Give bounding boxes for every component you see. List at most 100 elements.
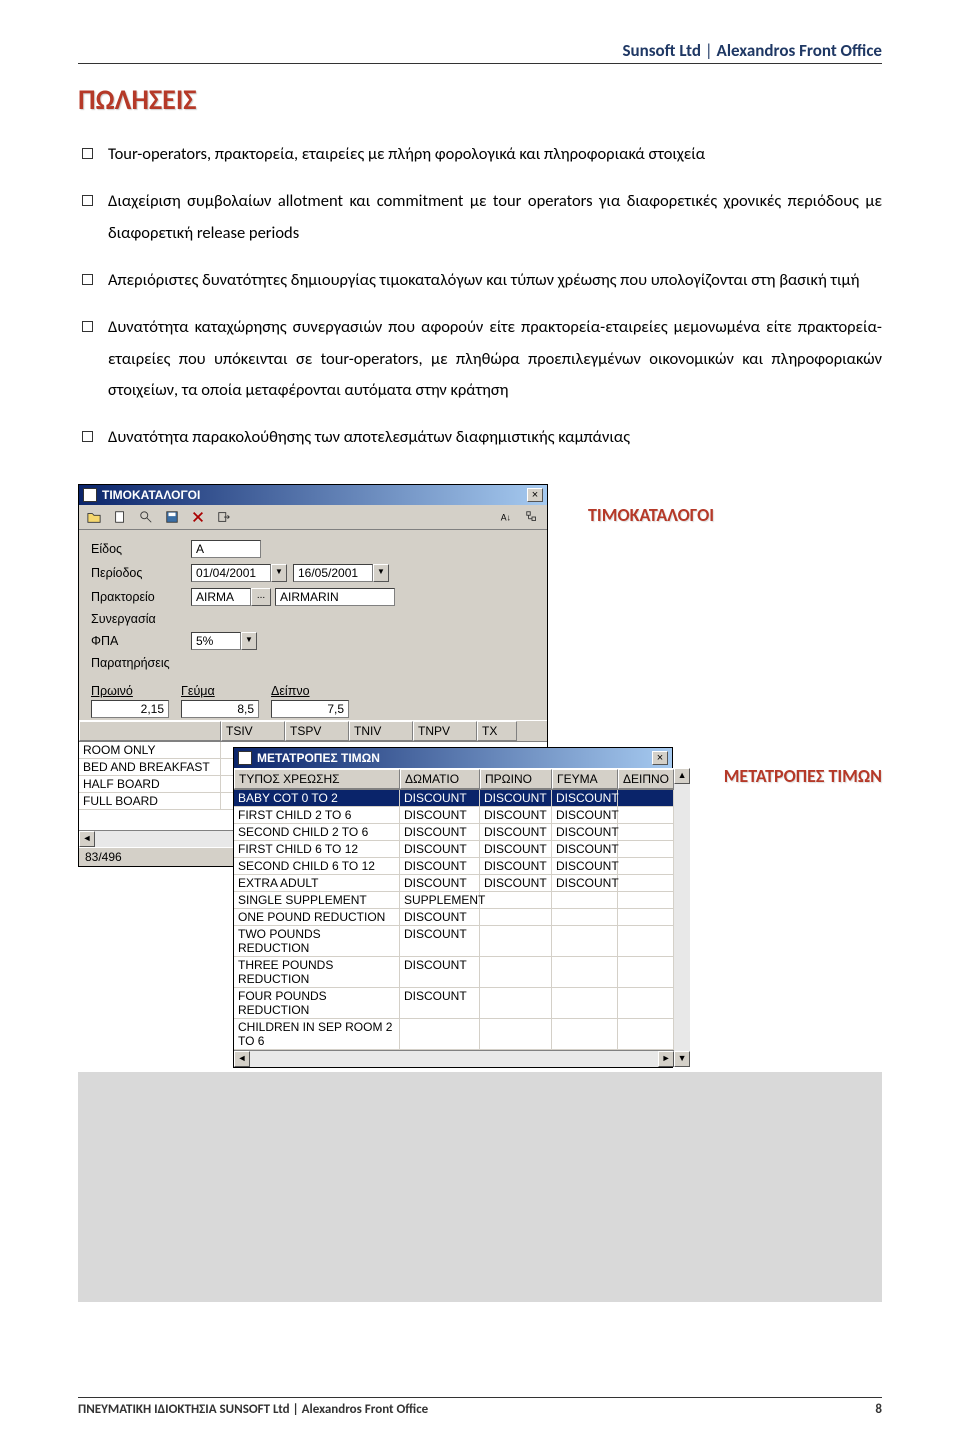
grid-row[interactable]: ONE POUND REDUCTIONDISCOUNT bbox=[234, 909, 674, 926]
grid-header: TSIV TSPV TNIV TNPV TX bbox=[79, 720, 547, 742]
grid-row[interactable]: EXTRA ADULTDISCOUNTDISCOUNTDISCOUNT bbox=[234, 875, 674, 892]
grid-cell bbox=[618, 824, 674, 840]
subheading-pricelists: ΤΙΜΟΚΑΤΑΛΟΓΟΙ bbox=[588, 504, 882, 526]
val-deipno[interactable]: 7,5 bbox=[271, 700, 349, 718]
date-to-dropdown[interactable]: ▼ bbox=[373, 564, 389, 582]
input-date-from[interactable]: 01/04/2001 bbox=[191, 564, 271, 582]
grid-row[interactable]: SECOND CHILD 6 TO 12DISCOUNTDISCOUNTDISC… bbox=[234, 858, 674, 875]
val-geuma[interactable]: 8,5 bbox=[181, 700, 259, 718]
search-icon[interactable] bbox=[135, 507, 157, 527]
grid-cell bbox=[480, 988, 552, 1018]
col-tsiv[interactable]: TSIV bbox=[221, 721, 285, 741]
grid-cell: BABY COT 0 TO 2 bbox=[234, 790, 400, 806]
grid-cell: DISCOUNT bbox=[480, 807, 552, 823]
new-icon[interactable] bbox=[109, 507, 131, 527]
col-tniv[interactable]: TNIV bbox=[349, 721, 413, 741]
grid-cell bbox=[552, 926, 618, 956]
date-from-dropdown[interactable]: ▼ bbox=[271, 564, 287, 582]
val-proino[interactable]: 2,15 bbox=[91, 700, 169, 718]
page-footer: ΠΝΕΥΜΑΤΙΚΗ ΙΔΙΟΚΤΗΣΙΑ SUNSOFT Ltd | Alex… bbox=[78, 1397, 882, 1417]
h-scrollbar[interactable]: ◄ ► bbox=[234, 1050, 674, 1067]
label-eidos: Είδος bbox=[91, 542, 191, 556]
grid-row[interactable]: SECOND CHILD 2 TO 6DISCOUNTDISCOUNTDISCO… bbox=[234, 824, 674, 841]
grid-cell bbox=[480, 926, 552, 956]
grid-cell bbox=[618, 988, 674, 1018]
grid-row[interactable]: FIRST CHILD 6 TO 12DISCOUNTDISCOUNTDISCO… bbox=[234, 841, 674, 858]
grid-cell: THREE POUNDS REDUCTION bbox=[234, 957, 400, 987]
col-lunch[interactable]: ΓΕΥΜΑ bbox=[552, 769, 618, 789]
titlebar[interactable]: ΤΙΜΟΚΑΤΑΛΟΓΟΙ × bbox=[79, 485, 547, 505]
window-title: ΜΕΤΑΤΡΟΠΕΣ ΤΙΜΩΝ bbox=[257, 751, 380, 765]
bullet-item: Απεριόριστες δυνατότητες δημιουργίας τιμ… bbox=[78, 265, 882, 296]
col-breakfast[interactable]: ΠΡΩΙΝΟ bbox=[480, 769, 552, 789]
input-agent-name[interactable]: AIRMARIN bbox=[275, 588, 395, 606]
grid-row[interactable]: CHILDREN IN SEP ROOM 2 TO 6 bbox=[234, 1019, 674, 1050]
label-agent: Πρακτορείο bbox=[91, 590, 191, 604]
header-product: Alexandros Front Office bbox=[717, 40, 882, 61]
footer-left: ΠΝΕΥΜΑΤΙΚΗ ΙΔΙΟΚΤΗΣΙΑ SUNSOFT Ltd | Alex… bbox=[78, 1402, 428, 1417]
delete-icon[interactable] bbox=[187, 507, 209, 527]
col-tnpv[interactable]: TNPV bbox=[413, 721, 477, 741]
grid-cell: DISCOUNT bbox=[400, 807, 480, 823]
input-date-to[interactable]: 16/05/2001 bbox=[293, 564, 373, 582]
window-title: ΤΙΜΟΚΑΤΑΛΟΓΟΙ bbox=[102, 488, 200, 502]
grid-cell: CHILDREN IN SEP ROOM 2 TO 6 bbox=[234, 1019, 400, 1049]
page-header: Sunsoft Ltd | Alexandros Front Office bbox=[78, 40, 882, 64]
grid-cell: SUPPLEMENT bbox=[400, 892, 480, 908]
input-agent-code[interactable]: AIRMA bbox=[191, 588, 251, 606]
col-deipno: Δείπνο bbox=[271, 684, 361, 698]
grid-row[interactable]: TWO POUNDS REDUCTIONDISCOUNT bbox=[234, 926, 674, 957]
grid-row[interactable]: FIRST CHILD 2 TO 6DISCOUNTDISCOUNTDISCOU… bbox=[234, 807, 674, 824]
scroll-down-icon[interactable]: ▼ bbox=[674, 1051, 690, 1067]
grid-cell: DISCOUNT bbox=[400, 790, 480, 806]
sort-icon[interactable]: A↓ bbox=[495, 507, 517, 527]
label-notes: Παρατηρήσεις bbox=[91, 656, 191, 670]
grid-cell bbox=[618, 957, 674, 987]
grid-cell bbox=[618, 875, 674, 891]
grid-row[interactable]: SINGLE SUPPLEMENTSUPPLEMENT bbox=[234, 892, 674, 909]
grid-cell: DISCOUNT bbox=[480, 824, 552, 840]
col-tspv[interactable]: TSPV bbox=[285, 721, 349, 741]
input-eidos[interactable]: A bbox=[191, 540, 261, 558]
agent-lookup-button[interactable]: ... bbox=[251, 588, 271, 606]
save-icon[interactable] bbox=[161, 507, 183, 527]
section-title: ΠΩΛΗΣΕΙΣ bbox=[78, 82, 882, 117]
open-icon[interactable] bbox=[83, 507, 105, 527]
fpa-dropdown[interactable]: ▼ bbox=[241, 632, 257, 650]
scroll-left-icon[interactable]: ◄ bbox=[234, 1051, 250, 1067]
grid-cell: FIRST CHILD 2 TO 6 bbox=[234, 807, 400, 823]
col-geuma: Γεύμα bbox=[181, 684, 271, 698]
grid-cell bbox=[618, 790, 674, 806]
subheading-conversions: ΜΕΤΑΤΡΟΠΕΣ ΤΙΜΩΝ bbox=[724, 765, 882, 787]
window-conversions: ΜΕΤΑΤΡΟΠΕΣ ΤΙΜΩΝ × ΤΥΠΟΣ ΧΡΕΩΣΗΣ ΔΩΜΑΤΙΟ… bbox=[233, 747, 673, 1068]
col-dinner[interactable]: ΔΕΙΠΝΟ bbox=[618, 769, 674, 789]
input-fpa[interactable]: 5% bbox=[191, 632, 241, 650]
grid-cell: DISCOUNT bbox=[480, 858, 552, 874]
col-tx[interactable]: TX bbox=[477, 721, 517, 741]
label-synergasia: Συνεργασία bbox=[91, 612, 191, 626]
bullet-item: Δυνατότητα παρακολούθησης των αποτελεσμά… bbox=[78, 422, 882, 453]
grid-row[interactable]: FOUR POUNDS REDUCTIONDISCOUNT bbox=[234, 988, 674, 1019]
grid-cell: DISCOUNT bbox=[400, 926, 480, 956]
col-type[interactable]: ΤΥΠΟΣ ΧΡΕΩΣΗΣ bbox=[234, 769, 400, 789]
grid-cell: DISCOUNT bbox=[480, 790, 552, 806]
grid-cell bbox=[480, 909, 552, 925]
gray-placeholder bbox=[78, 1072, 882, 1302]
grid-row[interactable]: BABY COT 0 TO 2DISCOUNTDISCOUNTDISCOUNT bbox=[234, 790, 674, 807]
grid-cell: ONE POUND REDUCTION bbox=[234, 909, 400, 925]
close-button[interactable]: × bbox=[527, 488, 543, 502]
grid-cell: SECOND CHILD 6 TO 12 bbox=[234, 858, 400, 874]
titlebar[interactable]: ΜΕΤΑΤΡΟΠΕΣ ΤΙΜΩΝ × bbox=[234, 748, 672, 768]
scroll-up-icon[interactable]: ▲ bbox=[674, 768, 690, 784]
tree-icon[interactable] bbox=[521, 507, 543, 527]
scroll-right-icon[interactable]: ► bbox=[658, 1051, 674, 1067]
v-scrollbar[interactable]: ▲ ▼ bbox=[674, 768, 690, 1067]
col-room[interactable]: ΔΩΜΑΤΙΟ bbox=[400, 769, 480, 789]
grid-cell: FOUR POUNDS REDUCTION bbox=[234, 988, 400, 1018]
close-button[interactable]: × bbox=[652, 751, 668, 765]
label-periodos: Περίοδος bbox=[91, 566, 191, 580]
bullet-item: Tour-operators, πρακτορεία, εταιρείες με… bbox=[78, 139, 882, 170]
grid-cell bbox=[552, 909, 618, 925]
exit-icon[interactable] bbox=[213, 507, 235, 527]
grid-row[interactable]: THREE POUNDS REDUCTIONDISCOUNT bbox=[234, 957, 674, 988]
